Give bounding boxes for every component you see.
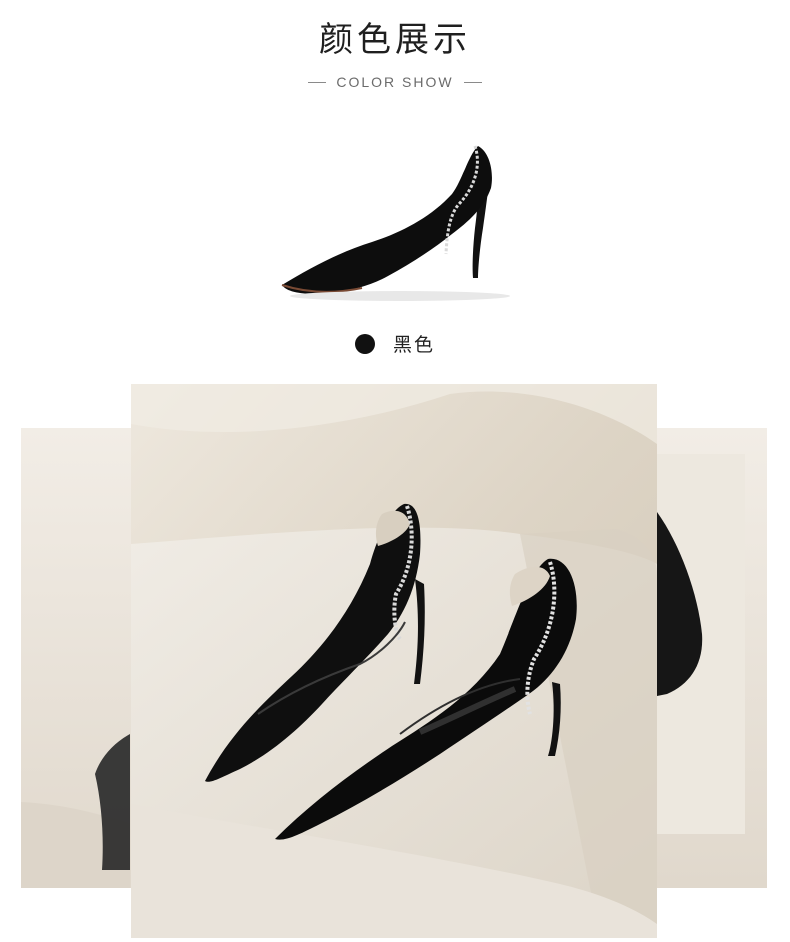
subtitle-rule-left [308,81,327,83]
color-swatch: 黑色 [0,330,790,357]
subtitle-row: COLOR SHOW [0,74,790,90]
swatch-label: 黑色 [392,334,435,356]
swatch-color-dot [354,333,375,354]
product-photo-gallery [0,384,790,938]
left-side-panel [21,428,131,888]
subtitle-rule-right [463,81,482,83]
page-header: 颜色展示 COLOR SHOW [0,18,790,90]
shoe-pair-photo [21,384,767,938]
product-image [270,128,530,303]
page-title: 颜色展示 [319,20,471,60]
page-subtitle: COLOR SHOW [336,74,454,90]
right-side-panel [657,428,767,888]
black-pump-shoe-icon [281,145,510,301]
